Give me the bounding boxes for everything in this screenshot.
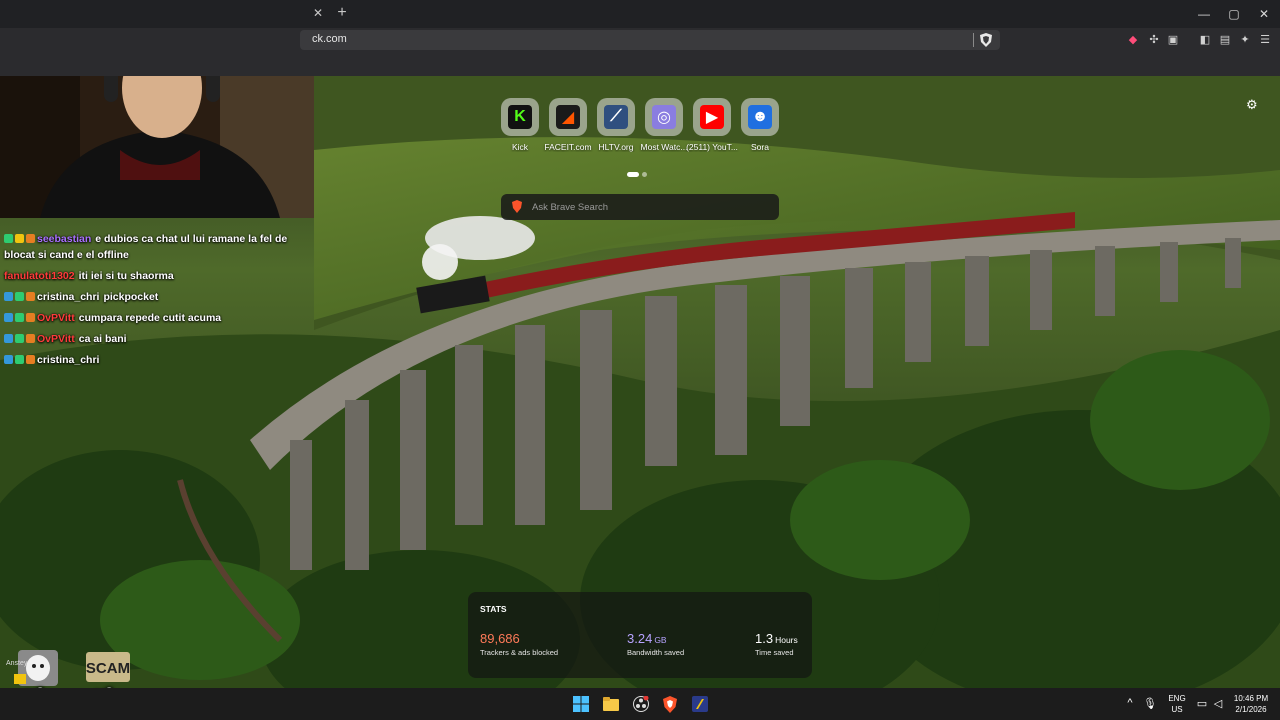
screenshot-icon[interactable]: ▣ [1166,33,1180,47]
top-site-icon-frame[interactable]: ▶ [693,98,731,136]
address-bar-divider [973,33,974,47]
chat-username: OvPVitt [37,333,75,345]
chat-badge-icon [26,313,35,322]
new-tab-button[interactable]: + [333,4,351,22]
file-explorer-icon[interactable] [601,694,621,714]
stat-trackers-value: 89,686 [480,631,520,646]
tray-overflow-icon[interactable]: ^ [1123,697,1137,709]
menu-icon[interactable]: ☰ [1258,33,1272,47]
youtube-icon: ▶ [700,105,724,129]
chat-text: ca ai bani [78,333,127,345]
stream-chat-overlay: seebastian e dubios ca chat ul lui ramane… [4,229,314,371]
brave-logo-icon [512,200,522,213]
top-site-icon-frame[interactable]: ◢ [549,98,587,136]
stats-title: STATS [480,604,507,614]
network-icon[interactable]: ▭ [1195,697,1209,710]
chat-badge-icon [15,292,24,301]
chat-badge-icon [4,355,13,364]
chat-badge-icon [26,292,35,301]
stat-bandwidth-label: Bandwidth saved [627,648,685,657]
chat-badge-icon [15,313,24,322]
cat-emote-icon [14,650,58,686]
maximize-button[interactable]: ▢ [1223,5,1245,23]
windows-start-icon[interactable] [571,694,591,714]
top-site-icon-frame[interactable]: K [501,98,539,136]
sphere-icon: ◎ [652,105,676,129]
brave-rewards-icon[interactable]: ◆ [1126,33,1140,47]
top-sites-pager [627,164,650,182]
top-site-icon-frame[interactable]: ⟋ [597,98,635,136]
sidebar-icon[interactable]: ◧ [1198,33,1212,47]
app-icon[interactable] [690,694,710,714]
chat-badge-icon [15,234,24,243]
chat-badge-icon [4,334,13,343]
address-bar[interactable] [300,30,1000,50]
chat-text: cumpara repede cutit acuma [78,312,222,324]
region-indicator[interactable]: US [1166,705,1188,714]
chat-username: OvPVitt [37,312,75,324]
chat-badge-icon [15,334,24,343]
sora-icon: ☻ [748,105,772,129]
top-site-icon-frame[interactable]: ◎ [645,98,683,136]
minimize-button[interactable]: — [1193,5,1215,23]
chat-text: pickpocket [103,291,159,303]
pager-dot-active[interactable] [627,172,639,177]
chat-badge-icon [4,292,13,301]
kick-icon: K [508,105,532,129]
stat-time-value: 1.3 Hours [755,631,798,646]
chat-username: fanulatoti1302 [4,270,75,282]
gear-icon[interactable]: ⚙ [1246,97,1258,113]
top-site-icon-frame[interactable]: ☻ [741,98,779,136]
search-placeholder: Ask Brave Search [532,202,609,213]
chat-message: OvPVitt cumpara repede cutit acuma [4,308,314,329]
url-text[interactable]: ck.com [312,33,347,45]
close-window-button[interactable]: ✕ [1253,5,1275,23]
stat-trackers-label: Trackers & ads blocked [480,648,559,657]
language-indicator[interactable]: ENG [1166,694,1188,703]
chat-badge-icon [26,355,35,364]
close-tab-icon[interactable]: ✕ [310,5,326,21]
chat-message: cristina_chri [4,350,314,371]
chat-text: iti iei si tu shaorma [78,270,174,282]
obs-icon[interactable] [631,694,651,714]
chat-username: seebastian [37,233,92,245]
leo-ai-icon[interactable]: ✦ [1238,33,1252,47]
volume-icon[interactable]: ◁ [1211,697,1225,710]
brave-shields-icon[interactable] [980,33,992,47]
chat-badge-icon [4,234,13,243]
scam-emote-icon: SCAM [86,652,130,682]
chat-badge-icon [26,334,35,343]
chat-username: cristina_chri [37,291,100,303]
stat-bandwidth-value: 3.24 GB [627,631,667,646]
top-site-label[interactable]: Sora [730,142,790,152]
faceit-icon: ◢ [556,105,580,129]
chat-message: seebastian e dubios ca chat ul lui ramane… [4,229,314,266]
extensions-icon[interactable]: ✣ [1147,33,1161,47]
hltv-icon: ⟋ [604,105,628,129]
brave-browser-icon[interactable] [660,694,680,714]
chat-message: fanulatoti1302 iti iei si tu shaorma [4,266,314,287]
bookmarks-bar [0,52,1280,76]
chat-username: cristina_chri [37,354,100,366]
stat-time-label: Time saved [755,648,794,657]
clock-time[interactable]: 10:46 PM [1226,694,1276,703]
chat-badge-icon [26,234,35,243]
chat-message: cristina_chri pickpocket [4,287,314,308]
pager-dot[interactable] [642,172,647,177]
chat-badge-icon [4,313,13,322]
tab-bar [0,0,1280,28]
chat-badge-icon [15,355,24,364]
wallet-icon[interactable]: ▤ [1218,33,1232,47]
svg-text:SCAM: SCAM [86,660,130,677]
top-site-tile[interactable]: ☻ Sora [730,98,790,152]
chat-message: OvPVitt ca ai bani [4,329,314,350]
microphone-icon[interactable]: 🎙 [1143,697,1157,710]
clock-date[interactable]: 2/1/2026 [1226,705,1276,714]
alert-username: Anstey [6,660,28,667]
